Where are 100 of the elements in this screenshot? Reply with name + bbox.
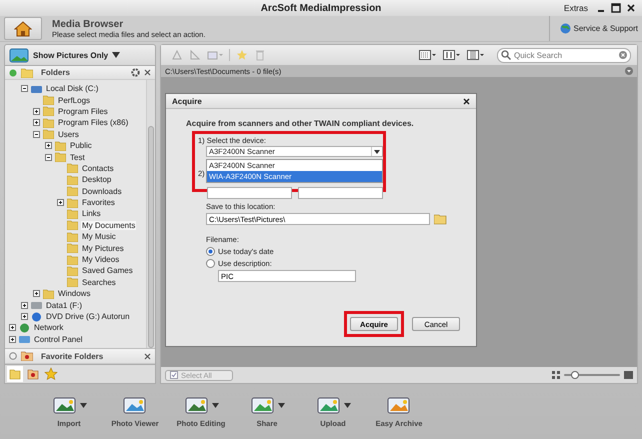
folder-icon <box>67 277 78 288</box>
action-icon[interactable] <box>386 395 412 415</box>
settings-icon[interactable] <box>131 68 140 77</box>
columns-icon[interactable] <box>467 50 485 60</box>
caret-icon[interactable] <box>278 402 284 408</box>
action-icon[interactable] <box>184 395 210 415</box>
expand-icon[interactable] <box>9 324 16 332</box>
tree-item[interactable]: Program Files (x86) <box>57 118 130 128</box>
folder-icon <box>43 118 54 128</box>
tree-item[interactable]: Windows <box>57 289 92 298</box>
collapse-icon[interactable] <box>33 130 40 138</box>
close-icon[interactable] <box>626 3 636 13</box>
folder-icon <box>67 254 78 265</box>
folder-icon <box>43 129 54 140</box>
folder-icon <box>43 95 54 106</box>
caret-icon[interactable] <box>344 402 350 408</box>
view-icon[interactable] <box>419 50 437 60</box>
tree-item[interactable]: Favorites <box>81 198 116 208</box>
large-thumbnails-icon[interactable] <box>624 371 633 379</box>
tree-item[interactable]: Links <box>81 209 102 218</box>
expand-icon[interactable] <box>33 108 40 115</box>
expand-icon[interactable] <box>33 119 40 126</box>
expand-icon[interactable] <box>57 199 64 206</box>
maximize-icon[interactable] <box>611 3 621 13</box>
radio-button[interactable] <box>206 259 215 268</box>
panel-title: Folders <box>41 68 70 77</box>
tree-item[interactable]: Desktop <box>81 175 112 184</box>
drive-icon <box>19 322 30 333</box>
tree-item[interactable]: Program Files <box>57 106 109 116</box>
tree-item[interactable]: My Pictures <box>81 244 125 253</box>
expand-icon[interactable] <box>9 336 16 343</box>
tree-item[interactable]: Data1 (F:) <box>45 300 84 310</box>
expand-icon[interactable] <box>21 313 28 320</box>
collapse-icon[interactable] <box>21 85 28 92</box>
panel-title: Favorite Folders <box>41 352 104 360</box>
folder-icon <box>67 232 78 242</box>
search-field[interactable]: Quick Search <box>497 48 631 62</box>
extras-menu[interactable]: Extras <box>564 3 588 13</box>
tree-item[interactable]: Control Panel <box>33 334 84 344</box>
caret-icon[interactable] <box>112 52 120 58</box>
tree-item[interactable]: Saved Games <box>81 266 134 276</box>
close-icon[interactable] <box>463 98 470 104</box>
tree-item[interactable]: Test <box>69 152 86 162</box>
globe-icon <box>560 23 571 34</box>
caret-icon[interactable] <box>212 402 218 408</box>
folder-icon <box>43 106 54 116</box>
support-link[interactable]: Service & Support <box>574 24 638 33</box>
tree-item[interactable]: Contacts <box>81 164 115 173</box>
zoom-slider[interactable] <box>571 371 580 379</box>
expand-icon[interactable] <box>21 302 28 309</box>
tree-item[interactable]: Downloads <box>81 186 123 196</box>
drive-icon <box>31 300 42 310</box>
picture-icon <box>9 48 29 62</box>
house-icon <box>14 20 32 36</box>
caret-icon[interactable] <box>80 402 86 408</box>
action-icon[interactable] <box>52 395 78 415</box>
expand-icon[interactable] <box>45 142 52 150</box>
tree-item[interactable]: Users <box>57 130 80 139</box>
tree-item[interactable]: Local Disk (C:) <box>45 84 100 94</box>
window-title: ArcSoft MediaImpression <box>260 2 382 14</box>
expand-icon[interactable] <box>33 290 40 298</box>
collapse-icon[interactable] <box>45 154 52 161</box>
status-dot-icon <box>9 352 17 360</box>
drive-icon <box>31 312 42 322</box>
action-icon[interactable] <box>316 395 342 415</box>
status-dot-icon <box>9 68 17 76</box>
folder-icon <box>55 140 66 151</box>
tree-item[interactable]: My Music <box>81 232 117 242</box>
dialog-title: Acquire <box>172 96 202 106</box>
scrollbar[interactable] <box>146 80 155 348</box>
folder-icon <box>43 288 54 299</box>
menu-icon[interactable] <box>625 67 633 75</box>
star-icon[interactable] <box>236 49 248 61</box>
star-icon[interactable] <box>43 366 59 382</box>
folder-icon <box>67 174 78 185</box>
action-icon[interactable] <box>122 395 148 415</box>
action-icon[interactable] <box>250 395 276 415</box>
clear-icon[interactable] <box>619 51 627 59</box>
drive-icon <box>31 84 42 94</box>
tree-item[interactable]: My Documents <box>81 220 136 230</box>
drive-icon <box>19 334 30 344</box>
tree-item[interactable]: Searches <box>81 278 117 287</box>
folder-icon <box>67 198 78 208</box>
radio-button[interactable] <box>206 247 215 256</box>
tree-item[interactable]: PerfLogs <box>57 96 92 105</box>
caret-icon <box>374 150 380 154</box>
sort-icon[interactable] <box>443 50 461 60</box>
home-button[interactable] <box>4 17 42 40</box>
tree-item[interactable]: My Videos <box>81 255 120 264</box>
small-thumbnails-icon[interactable] <box>552 371 560 379</box>
search-icon <box>501 50 511 60</box>
page-title: Media Browser <box>52 18 124 30</box>
close-icon[interactable] <box>144 352 151 360</box>
tree-item[interactable]: DVD Drive (G:) Autorun <box>45 312 131 321</box>
folder-icon <box>67 208 78 219</box>
folder-icon <box>55 152 66 162</box>
close-icon[interactable] <box>144 69 151 76</box>
tree-item[interactable]: Network <box>33 323 64 332</box>
tree-item[interactable]: Public <box>69 141 93 150</box>
folder-icon <box>67 266 78 276</box>
